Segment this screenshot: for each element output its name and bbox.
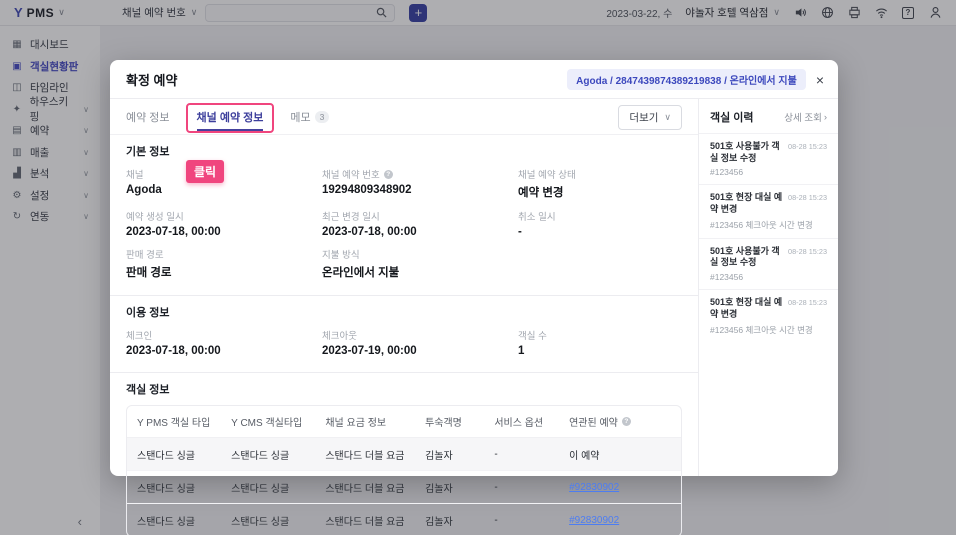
tab-label: 메모 [290,111,311,124]
table-row: 스탠다드 싱글 스탠다드 싱글 스탠다드 더블 요금 김놀자 - #928309… [137,514,620,528]
more-button[interactable]: 더보기 ∨ [618,105,682,130]
history-detail-link[interactable]: 상세 조회 › [784,110,827,125]
tab-label: 채널 예약 정보 [196,109,264,131]
tab-reservation-info[interactable]: 예약 정보 [126,109,170,131]
chevron-right-icon: › [823,111,827,123]
column-header: 채널 요금 정보 [315,406,416,438]
room-info-section: 객실 정보 Y PMS 객실 타입 Y CMS 객실타입 채널 요금 정보 투숙… [110,373,698,535]
history-item[interactable]: 501호 사용불가 객실 정보 수정 08-28 15:23 #123456 [699,237,838,289]
tab-label: 예약 정보 [126,111,170,124]
field-channel-reservation-number: 채널 예약 번호? 19294809348902 [322,169,412,196]
usage-info-section: 이용 정보 체크인 2023-07-18, 00:00 체크아웃 2023-07… [110,296,698,368]
history-timestamp: 08-28 15:23 [788,142,827,151]
basic-info-section: 기본 정보 채널 Agoda 채널 예약 번호? 19294809348902 … [110,135,698,291]
click-annotation: 클릭 [186,160,225,183]
tabs-row: 예약 정보 채널 예약 정보 메모 3 더보기 ∨ [110,99,698,135]
history-timestamp: 08-28 15:23 [788,298,827,308]
history-timestamp: 08-28 15:23 [788,193,827,203]
field-sales-channel: 판매 경로 판매 경로 [126,250,172,279]
table-header-row: Y PMS 객실 타입 Y CMS 객실타입 채널 요금 정보 투숙객명 서비스… [127,406,681,438]
linked-reservation: 이 예약 [559,438,681,471]
app-screen: Y PMS ∨ 채널 예약 번호 ∨ + 2023-03-22, 수 야놀자 호… [0,0,956,535]
history-title: 객실 이력 [710,112,754,124]
field-checkout: 체크아웃 2023-07-19, 00:00 [322,331,417,357]
column-header: 연관된 예약? [559,406,681,438]
column-header: 서비스 옵션 [484,406,560,438]
history-item[interactable]: 501호 현장 대실 예약 변경 08-28 15:23 #123456 체크아… [699,289,838,342]
room-history-panel: 객실 이력 상세 조회 › 501호 사용불가 객실 정보 수정 08-28 1… [698,99,838,476]
column-header: Y CMS 객실타입 [221,406,316,438]
history-item[interactable]: 501호 현장 대실 예약 변경 08-28 15:23 #123456 체크아… [699,184,838,237]
field-channel-reservation-status: 채널 예약 상태 예약 변경 [518,170,576,199]
field-created-at: 예약 생성 일시 2023-07-18, 00:00 [126,212,221,238]
tab-channel-reservation-info[interactable]: 채널 예약 정보 [185,102,275,133]
close-icon[interactable]: × [816,73,824,87]
field-modified-at: 최근 변경 일시 2023-07-18, 00:00 [322,212,417,238]
field-room-count: 객실 수 1 [518,331,547,357]
chevron-down-icon: ∨ [664,112,671,122]
modal-title: 확정 예약 [126,73,178,88]
info-icon[interactable]: ? [383,169,393,179]
room-info-table: Y PMS 객실 타입 Y CMS 객실타입 채널 요금 정보 투숙객명 서비스… [126,405,682,535]
memo-count-badge: 3 [314,110,330,123]
modal-header: 확정 예약 Agoda / 2847439874389219838 / 온라인에… [110,60,838,99]
history-item[interactable]: 501호 사용불가 객실 정보 수정 08-28 15:23 #123456 [699,133,838,184]
section-title: 객실 정보 [126,384,170,396]
modal-body: 예약 정보 채널 예약 정보 메모 3 더보기 ∨ 클릭 기본 정보 채널 Ag… [110,99,838,535]
more-button-label: 더보기 [629,112,659,124]
reservation-badge: Agoda / 2847439874389219838 / 온라인에서 지불 [567,69,806,90]
linked-reservation-link[interactable]: #92830902 [569,515,619,526]
section-title: 기본 정보 [126,146,170,158]
field-cancelled-at: 취소 일시 - [518,212,556,238]
table-row: 스탠다드 싱글 스탠다드 싱글 스탠다드 더블 요금 김놀자 - 이 예약 [127,438,681,471]
linked-reservation-link[interactable]: #92830902 [569,482,619,493]
column-header: Y PMS 객실 타입 [127,406,222,438]
tab-memo[interactable]: 메모 3 [290,109,330,131]
table-row: 스탠다드 싱글 스탠다드 싱글 스탠다드 더블 요금 김놀자 - #928309… [127,471,681,504]
confirmed-reservation-modal: 확정 예약 Agoda / 2847439874389219838 / 온라인에… [110,60,838,535]
field-payment-method: 지불 방식 온라인에서 지불 [322,250,400,279]
modal-main: 예약 정보 채널 예약 정보 메모 3 더보기 ∨ 클릭 기본 정보 채널 Ag… [110,99,698,535]
column-header: 투숙객명 [415,406,485,438]
history-timestamp: 08-28 15:23 [788,246,827,256]
info-icon[interactable]: ? [621,417,631,426]
section-title: 이용 정보 [126,307,170,319]
field-checkin: 체크인 2023-07-18, 00:00 [126,331,221,357]
